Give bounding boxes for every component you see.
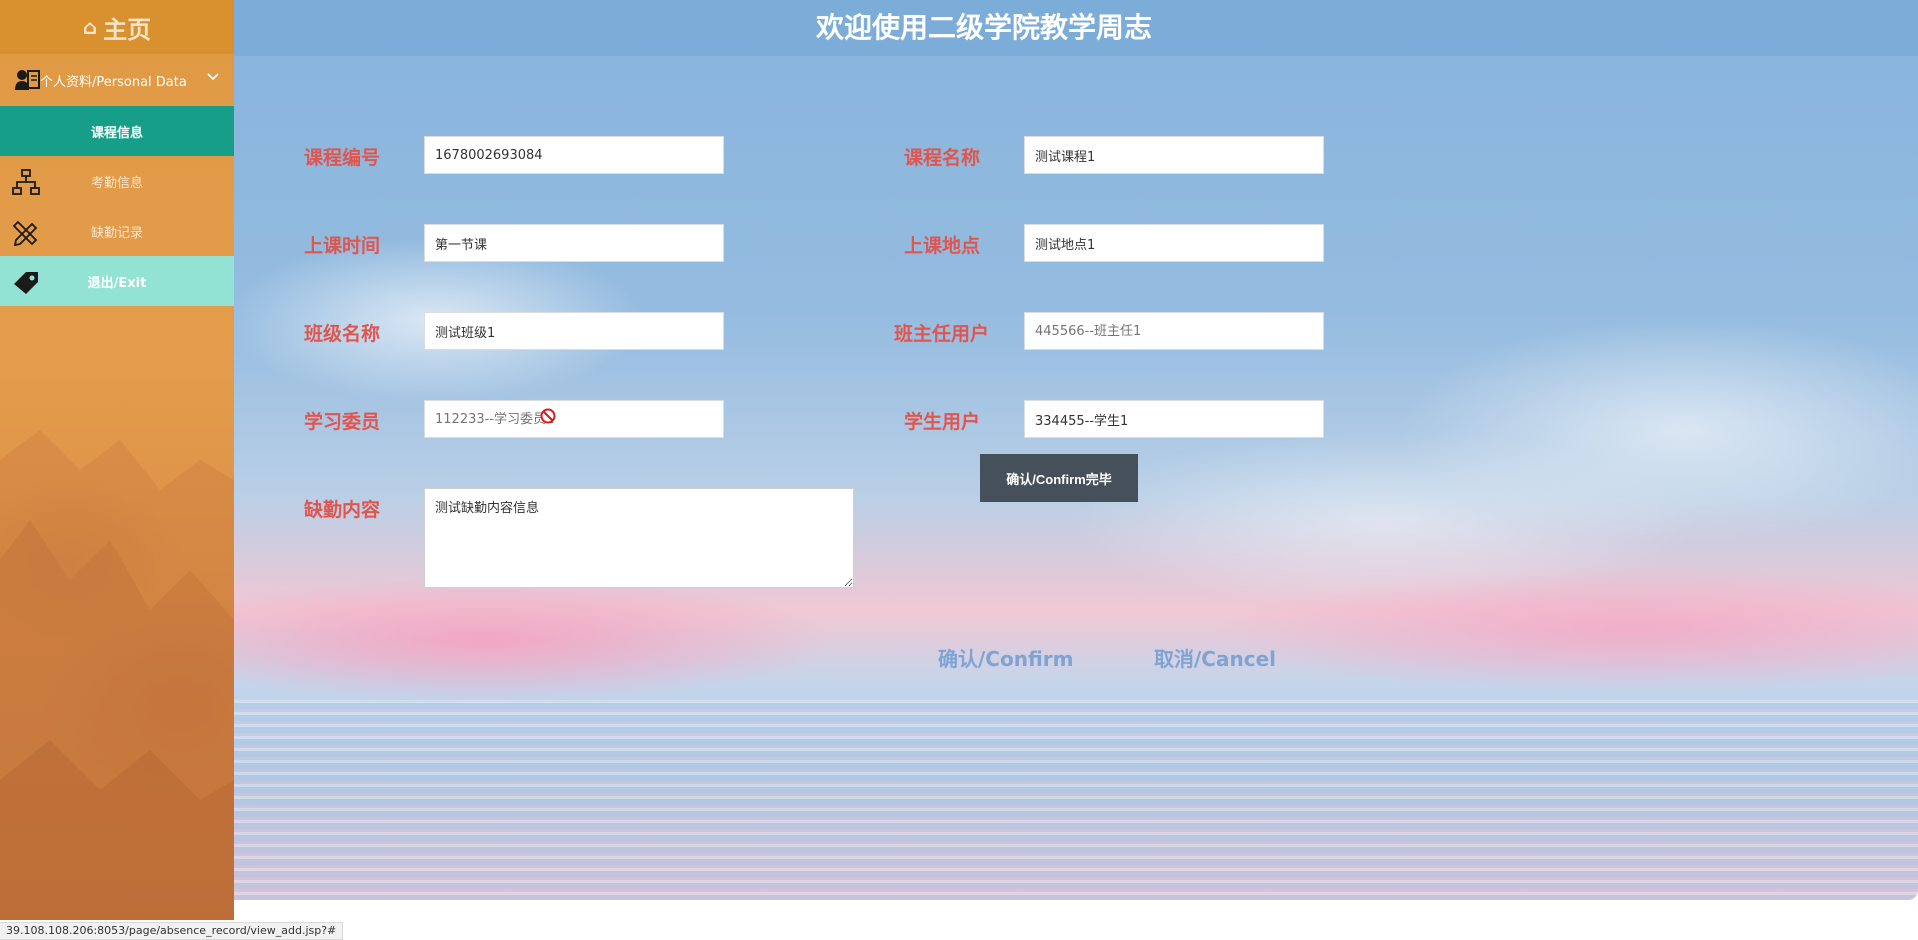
- course-name-label: 课程名称: [904, 147, 981, 169]
- sidebar-item-attendance-info[interactable]: 考勤信息: [0, 156, 234, 206]
- chevron-down-icon: [207, 73, 219, 81]
- sidebar-item-label: 考勤信息: [90, 175, 143, 191]
- personal-data-label: 个人资料/Personal Data: [40, 75, 187, 90]
- sidebar-item-exit[interactable]: 退出/Exit: [0, 256, 234, 306]
- absence-content-textarea[interactable]: 测试缺勤内容信息: [424, 488, 854, 588]
- absence-content-label: 缺勤内容: [304, 499, 381, 521]
- personal-data-menu[interactable]: 个人资料/Personal Data: [0, 54, 234, 106]
- study-rep-label: 学习委员: [304, 411, 381, 433]
- class-time-input[interactable]: [424, 224, 724, 262]
- course-name-input[interactable]: [1024, 136, 1324, 174]
- class-name-input[interactable]: [424, 312, 724, 350]
- course-id-input[interactable]: [424, 136, 724, 174]
- confirm-done-button[interactable]: 确认/Confirm完毕: [980, 454, 1138, 502]
- teacher-user-input[interactable]: [1024, 312, 1324, 350]
- student-user-input[interactable]: [1024, 400, 1324, 438]
- cancel-link[interactable]: 取消/Cancel: [1154, 643, 1276, 672]
- sidebar-item-absence-record[interactable]: 缺勤记录: [0, 206, 234, 256]
- class-place-input[interactable]: [1024, 224, 1324, 262]
- course-id-label: 课程编号: [304, 147, 381, 169]
- user-card-icon: [15, 70, 40, 90]
- page-title: 欢迎使用二级学院教学周志: [815, 11, 1152, 44]
- teacher-user-label: 班主任用户: [894, 323, 990, 345]
- study-rep-input[interactable]: [424, 400, 724, 438]
- class-name-label: 班级名称: [304, 323, 381, 345]
- class-time-label: 上课时间: [304, 235, 381, 257]
- org-chart-icon: [12, 169, 40, 195]
- water-reflection: [234, 700, 1918, 900]
- tag-icon: [14, 272, 38, 294]
- sidebar-item-course-info[interactable]: 课程信息: [0, 106, 234, 156]
- confirm-link[interactable]: 确认/Confirm: [938, 643, 1074, 672]
- student-user-label: 学生用户: [904, 411, 981, 433]
- home-link[interactable]: ⌂ 主页: [0, 0, 234, 54]
- pencil-ruler-icon: [12, 220, 38, 246]
- sidebar-item-label: 缺勤记录: [90, 225, 143, 241]
- main-content: 欢迎使用二级学院教学周志 课程编号 课程名称 上课时间 上课地点 班级名称 班主…: [234, 0, 1918, 900]
- sidebar: ⌂ 主页 个人资料/Personal Data 课程信息 考勤信息 缺勤记录 退…: [0, 0, 234, 920]
- sidebar-item-label: 课程信息: [90, 125, 143, 141]
- class-place-label: 上课地点: [904, 235, 981, 257]
- mountain-background: [0, 430, 234, 920]
- home-label: 主页: [103, 15, 152, 44]
- not-allowed-cursor-icon: [540, 408, 556, 424]
- sidebar-item-label: 退出/Exit: [87, 275, 147, 291]
- home-icon: ⌂: [82, 15, 98, 39]
- status-bar-url: 39.108.108.206:8053/page/absence_record/…: [0, 922, 344, 940]
